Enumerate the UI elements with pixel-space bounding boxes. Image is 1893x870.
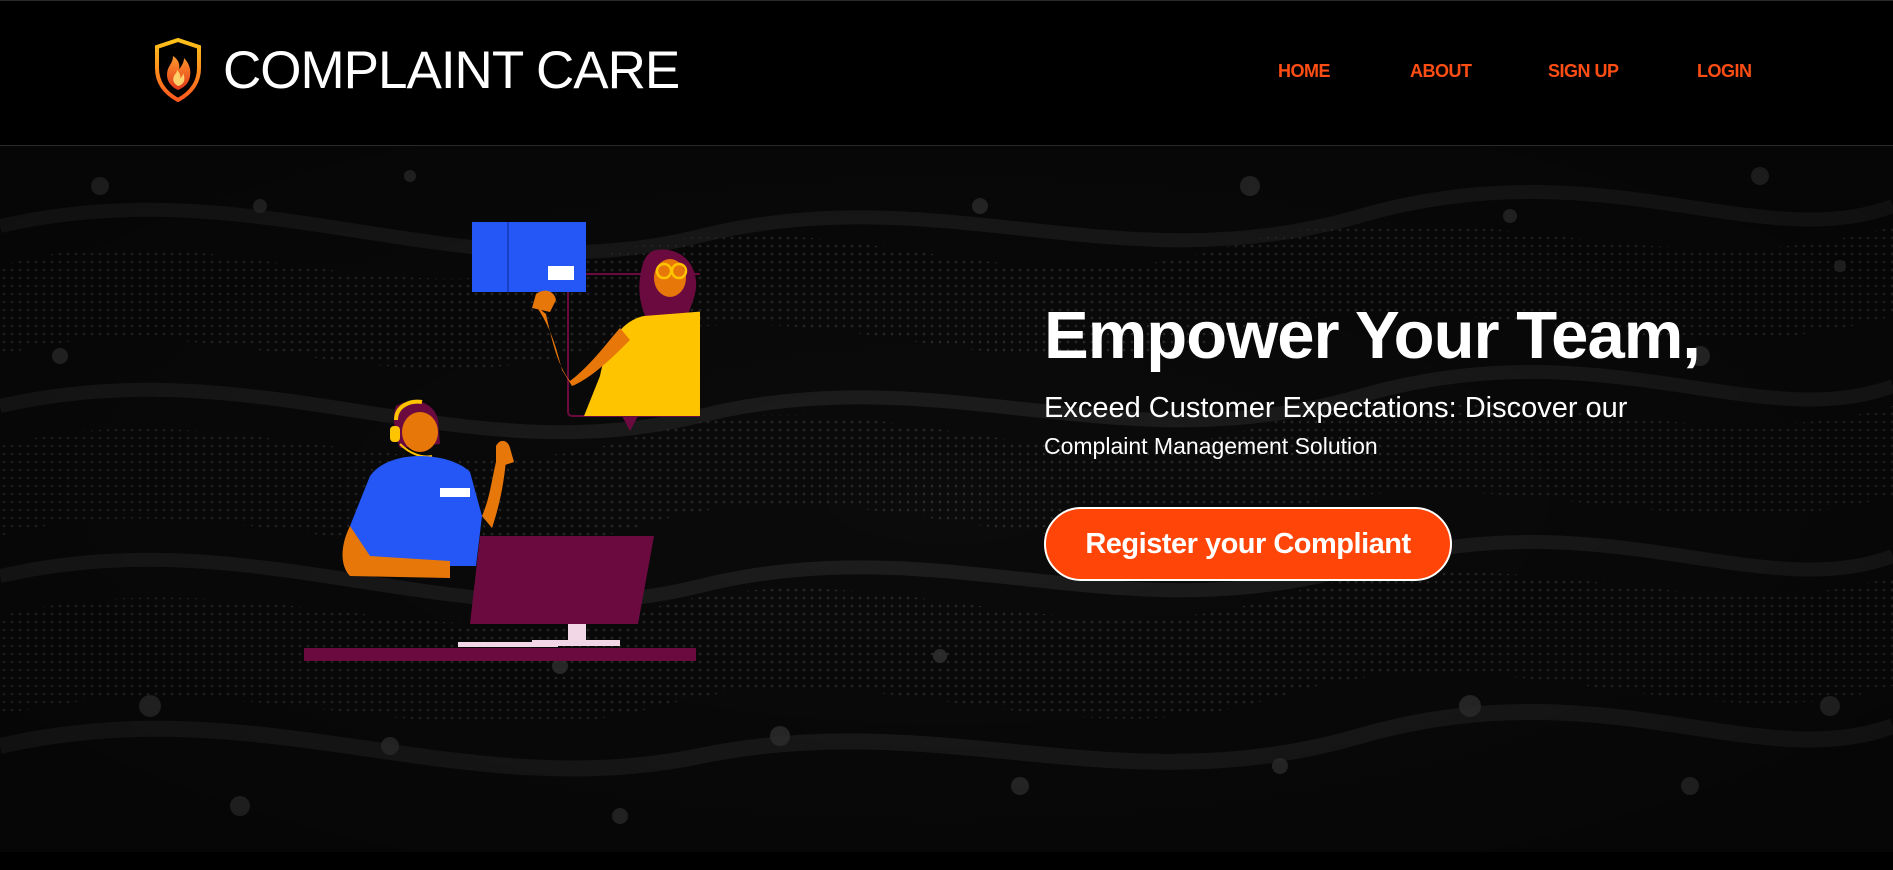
hero-title: Empower Your Team, <box>1044 298 1701 373</box>
nav-about-link[interactable]: ABOUT <box>1410 61 1472 82</box>
hero-subtitle-line2: Complaint Management Solution <box>1044 433 1378 459</box>
footer-strip <box>0 852 1893 870</box>
hero-subtitle: Exceed Customer Expectations: Discover o… <box>1044 392 1628 424</box>
particle-wave-background <box>0 146 1893 852</box>
nav-home-link[interactable]: HOME <box>1278 61 1331 82</box>
hero-section: Empower Your Team, Exceed Customer Expec… <box>0 146 1893 852</box>
navbar: COMPLAINT CARE HOME ABOUT SIGN UP LOGIN <box>0 0 1893 146</box>
nav-signup-link[interactable]: SIGN UP <box>1548 61 1619 82</box>
customer-support-illustration <box>304 222 700 661</box>
register-complaint-button[interactable]: Register your Compliant <box>1044 507 1452 581</box>
hero-text-block: Empower Your Team, Exceed Customer Expec… <box>1044 296 1804 460</box>
nav-menu: HOME ABOUT SIGN UP LOGIN <box>0 61 1893 91</box>
nav-login-link[interactable]: LOGIN <box>1697 61 1752 82</box>
